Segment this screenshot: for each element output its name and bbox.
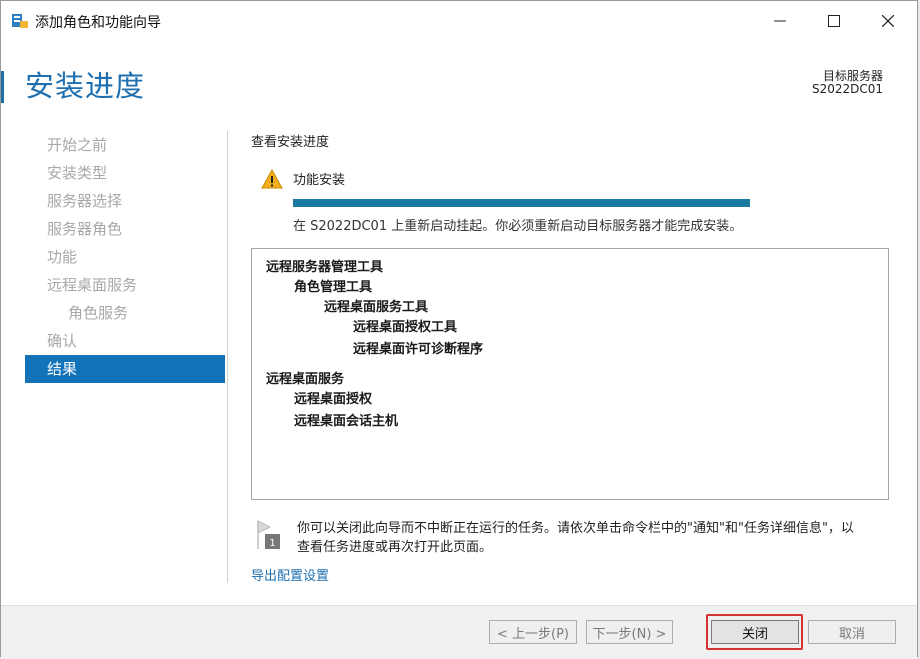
install-status-text: 在 S2022DC01 上重新启动挂起。你必须重新启动目标服务器才能完成安装。 bbox=[293, 219, 743, 234]
wizard-nav: 开始之前 安装类型 服务器选择 服务器角色 功能 远程桌面服务 角色服务 确认 … bbox=[25, 131, 225, 383]
minimize-button[interactable] bbox=[754, 1, 806, 41]
export-config-link[interactable]: 导出配置设置 bbox=[251, 565, 329, 584]
list-item: 远程桌面服务 bbox=[266, 372, 345, 387]
nav-item-results[interactable]: 结果 bbox=[25, 355, 225, 383]
minimize-icon bbox=[774, 20, 786, 22]
previous-button[interactable]: < 上一步(P) bbox=[489, 620, 577, 644]
installed-features-list[interactable]: 远程服务器管理工具 角色管理工具 远程桌面服务工具 远程桌面授权工具 远程桌面许… bbox=[251, 248, 889, 500]
note-line-1: 你可以关闭此向导而不中断正在运行的任务。请依次单击命令栏中的"通知"和"任务详细… bbox=[297, 521, 854, 536]
next-button[interactable]: 下一步(N) > bbox=[586, 620, 673, 644]
maximize-button[interactable] bbox=[808, 1, 860, 41]
section-title: 查看安装进度 bbox=[251, 135, 330, 150]
nav-divider bbox=[227, 131, 228, 583]
header-accent-bar bbox=[1, 71, 4, 103]
maximize-icon bbox=[828, 15, 840, 27]
nav-item-confirmation: 确认 bbox=[47, 332, 78, 350]
nav-item-features: 功能 bbox=[47, 248, 78, 266]
list-item: 远程桌面会话主机 bbox=[294, 414, 399, 429]
list-item: 远程桌面服务工具 bbox=[324, 300, 429, 315]
notification-flag-icon: 1 bbox=[257, 520, 280, 549]
list-item: 远程桌面许可诊断程序 bbox=[353, 342, 484, 357]
list-item: 远程桌面授权 bbox=[294, 392, 373, 407]
close-wizard-note: 你可以关闭此向导而不中断正在运行的任务。请依次单击命令栏中的"通知"和"任务详细… bbox=[297, 519, 897, 557]
title-bar: 添加角色和功能向导 bbox=[1, 1, 917, 41]
nav-item-remote-desktop-services: 远程桌面服务 bbox=[47, 276, 138, 294]
list-item: 角色管理工具 bbox=[294, 280, 373, 295]
window-title: 添加角色和功能向导 bbox=[35, 15, 161, 31]
notification-badge: 1 bbox=[269, 538, 275, 549]
list-item: 远程服务器管理工具 bbox=[266, 260, 384, 275]
close-icon bbox=[882, 15, 894, 27]
warning-icon bbox=[261, 169, 283, 189]
cancel-button[interactable]: 取消 bbox=[808, 620, 896, 644]
install-progress-fill bbox=[293, 199, 750, 207]
close-button[interactable]: 关闭 bbox=[711, 620, 799, 644]
nav-item-server-roles: 服务器角色 bbox=[47, 220, 123, 238]
target-server-name: S2022DC01 bbox=[811, 82, 883, 96]
install-progress-bar bbox=[293, 199, 750, 207]
page-title: 安装进度 bbox=[25, 69, 146, 103]
feature-installation-label: 功能安装 bbox=[293, 173, 346, 188]
window-close-button[interactable] bbox=[862, 1, 914, 41]
note-line-2: 查看任务进度或再次打开此页面。 bbox=[297, 540, 493, 555]
server-manager-icon bbox=[12, 14, 28, 28]
wizard-footer: < 上一步(P) 下一步(N) > 关闭 取消 bbox=[1, 605, 917, 659]
list-item: 远程桌面授权工具 bbox=[353, 320, 458, 335]
wizard-window: 添加角色和功能向导 安装进度 目标服务器 S2022DC01 开始之前 安装类型… bbox=[0, 0, 918, 659]
nav-item-installation-type: 安装类型 bbox=[47, 164, 108, 182]
nav-item-before-you-begin: 开始之前 bbox=[47, 136, 108, 154]
nav-item-role-services: 角色服务 bbox=[68, 304, 129, 322]
nav-item-server-selection: 服务器选择 bbox=[47, 192, 123, 210]
